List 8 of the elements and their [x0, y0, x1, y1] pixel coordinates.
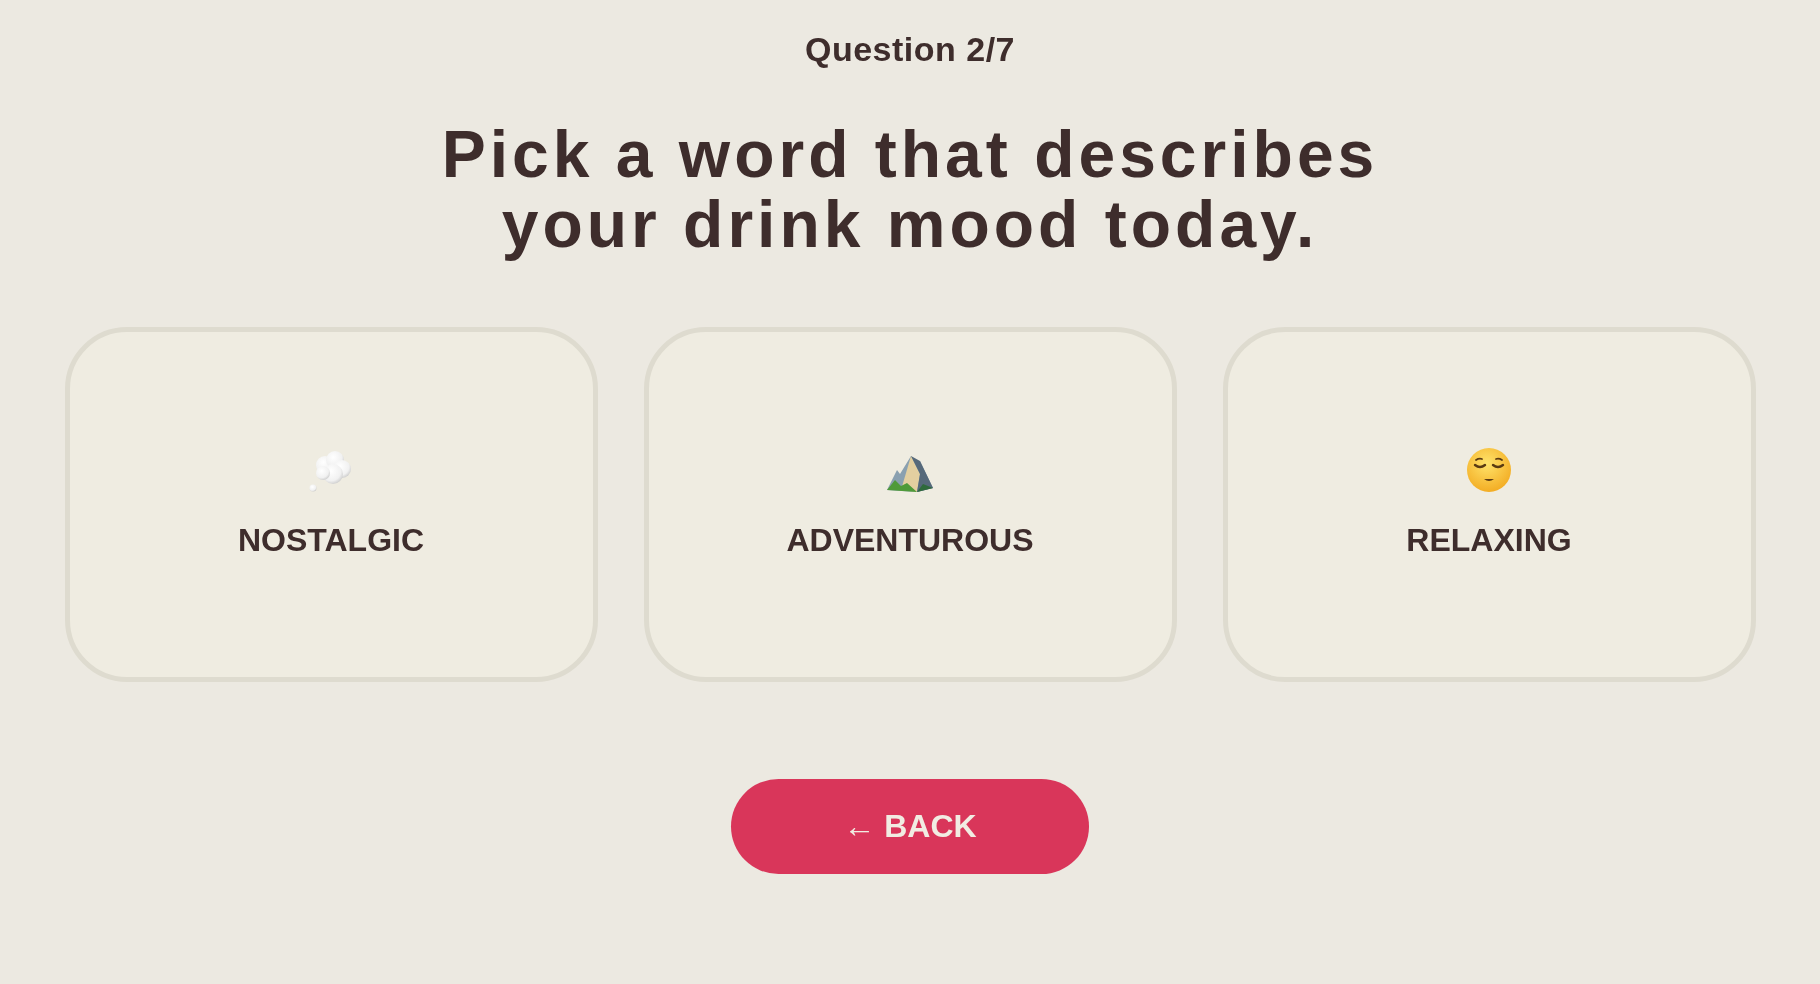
back-button[interactable]: ← BACK [731, 779, 1089, 874]
question-counter: Question 2/7 [804, 29, 1016, 69]
answer-card[interactable]: RELAXING [1222, 327, 1756, 682]
answer-card[interactable]: NOSTALGIC [64, 327, 598, 682]
smiling-face-icon [1467, 447, 1511, 492]
question-title: Pick a word that describes your drink mood today. [440, 119, 1380, 259]
mountain-icon [887, 455, 933, 492]
answer-card[interactable]: ADVENTUROUS [643, 327, 1177, 682]
